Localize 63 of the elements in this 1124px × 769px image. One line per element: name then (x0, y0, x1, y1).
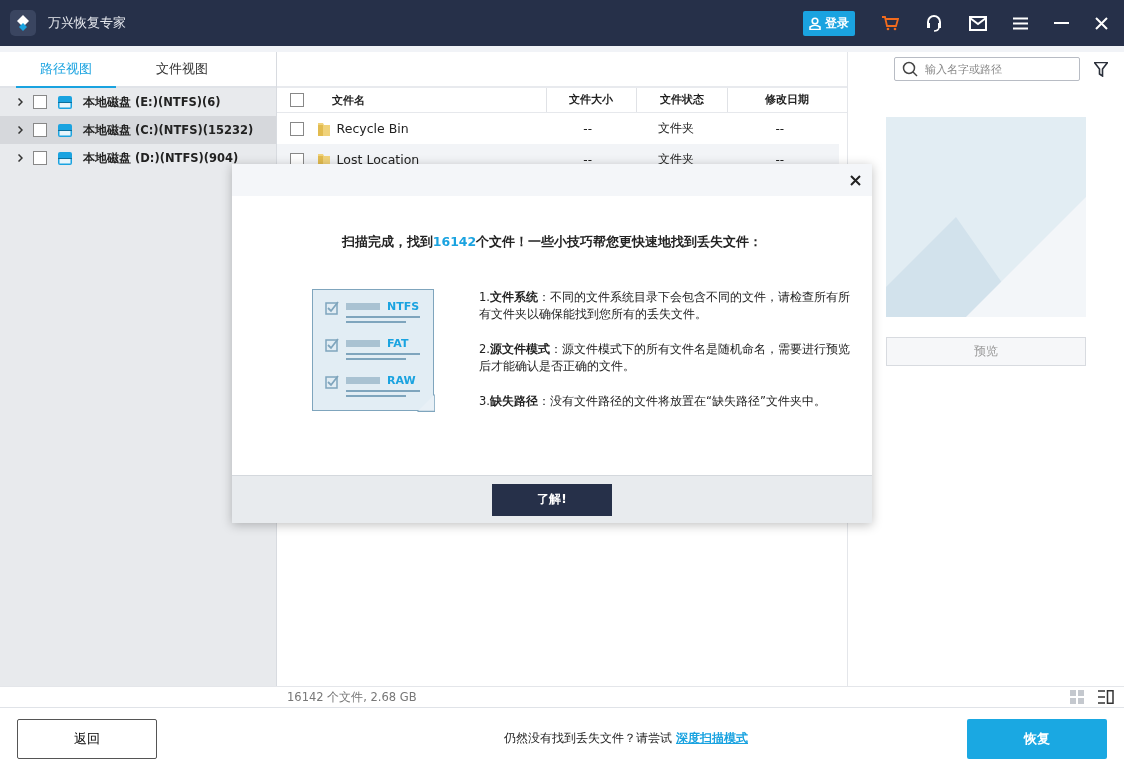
checkmark-icon (325, 374, 340, 389)
mail-icon[interactable] (969, 15, 987, 31)
hint-text: 仍然没有找到丢失文件？请尝试 (504, 730, 672, 747)
table-cell: -- (583, 152, 592, 167)
text-line (346, 321, 406, 323)
status-text: 16142 个文件, 2.68 GB (287, 689, 417, 705)
table-cell: -- (775, 121, 785, 136)
checkmark-icon (325, 300, 340, 315)
checkbox[interactable] (33, 95, 47, 109)
close-icon[interactable] (850, 174, 861, 186)
tree-item[interactable]: 本地磁盘 (C:)(NTFS)(15232) (0, 116, 276, 144)
text-line (346, 358, 406, 360)
headset-icon[interactable] (925, 14, 943, 32)
tip-text: 1.文件系统：不同的文件系统目录下会包含不同的文件，请检查所有所有文件夹以确保能找到您所有的丢失文件。 (479, 289, 851, 323)
drive-icon (57, 150, 73, 166)
got-it-button[interactable]: 了解! (492, 483, 612, 516)
tip-text: 3.缺失路径：没有文件路径的文件将放置在“缺失路径”文件夹中。 (479, 393, 827, 410)
checkbox[interactable] (33, 123, 47, 137)
select-all-checkbox[interactable] (290, 93, 304, 107)
drive-icon (57, 94, 73, 110)
text-bar (346, 377, 380, 384)
window-title: 万兴恢复专家 (48, 14, 126, 32)
column-header[interactable]: 文件状态 (636, 88, 727, 112)
text-bar (346, 303, 380, 310)
text-line (346, 395, 406, 397)
filter-icon[interactable] (1094, 61, 1108, 77)
back-button[interactable]: 返回 (17, 718, 157, 759)
view-tab[interactable]: 文件视图 (132, 52, 232, 88)
drive-label: 本地磁盘 (C:)(NTFS)(15232) (83, 122, 254, 138)
drive-label: 本地磁盘 (D:)(NTFS)(904) (83, 150, 239, 166)
column-header[interactable]: 文件大小 (545, 88, 637, 112)
drive-label: 本地磁盘 (E:)(NTFS)(6) (83, 94, 221, 110)
logo-icon (10, 10, 36, 36)
dialog-heading: 扫描完成，找到16142个文件！一些小技巧帮您更快速地找到丢失文件： (340, 234, 764, 251)
tree-item[interactable]: 本地磁盘 (D:)(NTFS)(904) (0, 144, 276, 172)
text-bar (346, 340, 380, 347)
tip-text: 2.源文件模式：源文件模式下的所有文件名是随机命名，需要进行预览后才能确认是否正确的文件。 (479, 341, 851, 375)
file-name: Lost Location (336, 152, 420, 167)
expand-icon[interactable] (18, 98, 23, 106)
filesystem-label: FAT (387, 337, 409, 350)
search-icon (902, 61, 918, 77)
filesystem-label: RAW (387, 374, 416, 387)
search-field[interactable]: 输入名字或路径 (894, 57, 1080, 81)
list-view-icon[interactable] (1098, 690, 1114, 704)
drive-icon (57, 122, 73, 138)
table-cell: 文件夹 (658, 121, 695, 135)
expand-icon[interactable] (18, 126, 23, 134)
checkmark-icon (325, 337, 340, 352)
expand-icon[interactable] (18, 154, 23, 162)
checkbox[interactable] (33, 151, 47, 165)
file-name: Recycle Bin (336, 121, 409, 136)
user-icon (809, 16, 821, 30)
column-header[interactable]: 文件名 (316, 92, 546, 108)
row-checkbox[interactable] (290, 121, 304, 136)
table-cell: -- (583, 121, 592, 136)
table-cell: 文件夹 (658, 152, 695, 166)
folder-icon (316, 120, 331, 137)
filesystem-label: NTFS (387, 300, 420, 313)
tree-item[interactable]: 本地磁盘 (E:)(NTFS)(6) (0, 88, 276, 116)
menu-icon[interactable] (1013, 16, 1028, 30)
table-cell: -- (775, 152, 785, 167)
column-header[interactable]: 修改日期 (726, 88, 847, 112)
cart-icon[interactable] (881, 15, 899, 31)
